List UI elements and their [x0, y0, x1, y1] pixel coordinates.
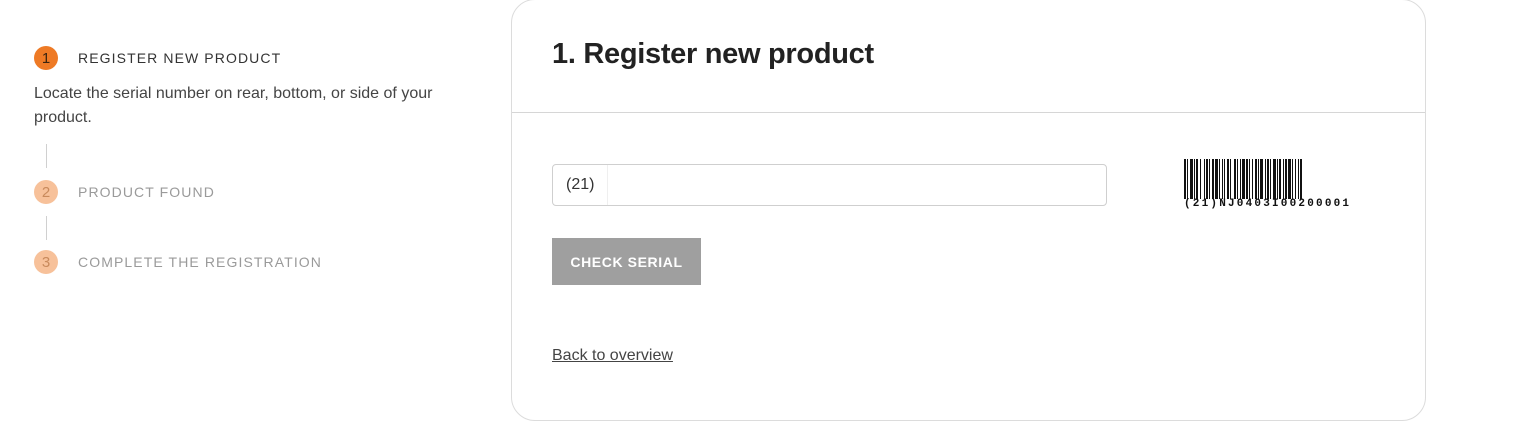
step-1-label: REGISTER NEW PRODUCT [78, 50, 282, 66]
divider [512, 112, 1425, 113]
step-3: 3 COMPLETE THE REGISTRATION [34, 250, 474, 274]
step-1-number: 1 [34, 46, 58, 70]
barcode-image [1184, 159, 1302, 199]
page-title: 1. Register new product [552, 38, 874, 70]
serial-prefix: (21) [553, 165, 609, 205]
check-serial-button[interactable]: CHECK SERIAL [552, 238, 701, 285]
serial-barcode-example: (21)NJ0403I00200001 [1184, 159, 1380, 210]
step-connector [46, 216, 47, 240]
serial-number-input[interactable] [608, 167, 1106, 203]
step-3-number: 3 [34, 250, 58, 274]
back-to-overview-link[interactable]: Back to overview [552, 347, 673, 365]
step-connector [46, 144, 47, 168]
step-1-description: Locate the serial number on rear, bottom… [34, 85, 433, 126]
step-2: 2 PRODUCT FOUND [34, 180, 474, 204]
registration-stepper: 1 REGISTER NEW PRODUCT Locate the serial… [34, 46, 474, 274]
barcode-caption: (21)NJ0403I00200001 [1184, 198, 1352, 210]
step-3-label: COMPLETE THE REGISTRATION [78, 254, 323, 270]
step-1: 1 REGISTER NEW PRODUCT [34, 46, 474, 70]
serial-number-field[interactable]: (21) [552, 164, 1107, 206]
register-product-card: 1. Register new product (21) CHECK SERIA… [511, 0, 1426, 421]
step-2-label: PRODUCT FOUND [78, 184, 215, 200]
step-2-number: 2 [34, 180, 58, 204]
